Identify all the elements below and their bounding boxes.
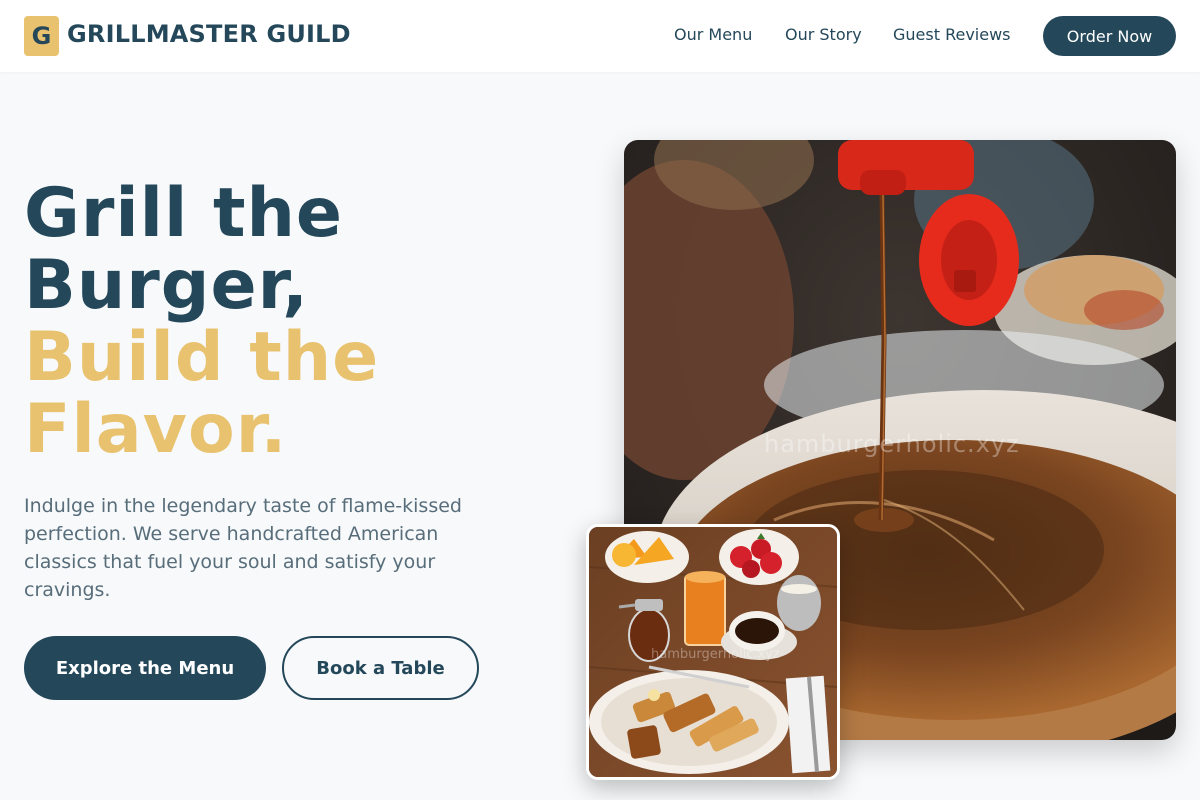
- hero-title-line-1: Grill the: [24, 174, 343, 253]
- nav-our-menu[interactable]: Our Menu: [674, 25, 752, 44]
- nav-our-story[interactable]: Our Story: [785, 25, 862, 44]
- brand-name[interactable]: GRILLMASTER GUILD: [67, 20, 351, 48]
- site-header: G GRILLMASTER GUILD Our Menu Our Story G…: [0, 0, 1200, 72]
- hero-title-line-2: Burger,: [24, 246, 309, 325]
- logo-icon[interactable]: G: [24, 16, 59, 56]
- nav-guest-reviews[interactable]: Guest Reviews: [893, 25, 1011, 44]
- explore-menu-button[interactable]: Explore the Menu: [24, 636, 266, 700]
- book-table-button[interactable]: Book a Table: [282, 636, 479, 700]
- order-now-button[interactable]: Order Now: [1043, 16, 1176, 56]
- main-image-watermark: hamburgerholic.xyz: [764, 430, 1020, 458]
- breakfast-spread-image: hamburgerholic.xyz: [586, 524, 840, 780]
- hero-title-line-4: Flavor.: [24, 390, 288, 469]
- hero-description: Indulge in the legendary taste of flame-…: [24, 495, 462, 601]
- hero-title: Grill the Burger, Build the Flavor.: [24, 178, 584, 466]
- hero-title-line-3: Build the: [24, 318, 380, 397]
- inset-image-watermark: hamburgerholic.xyz: [651, 647, 780, 662]
